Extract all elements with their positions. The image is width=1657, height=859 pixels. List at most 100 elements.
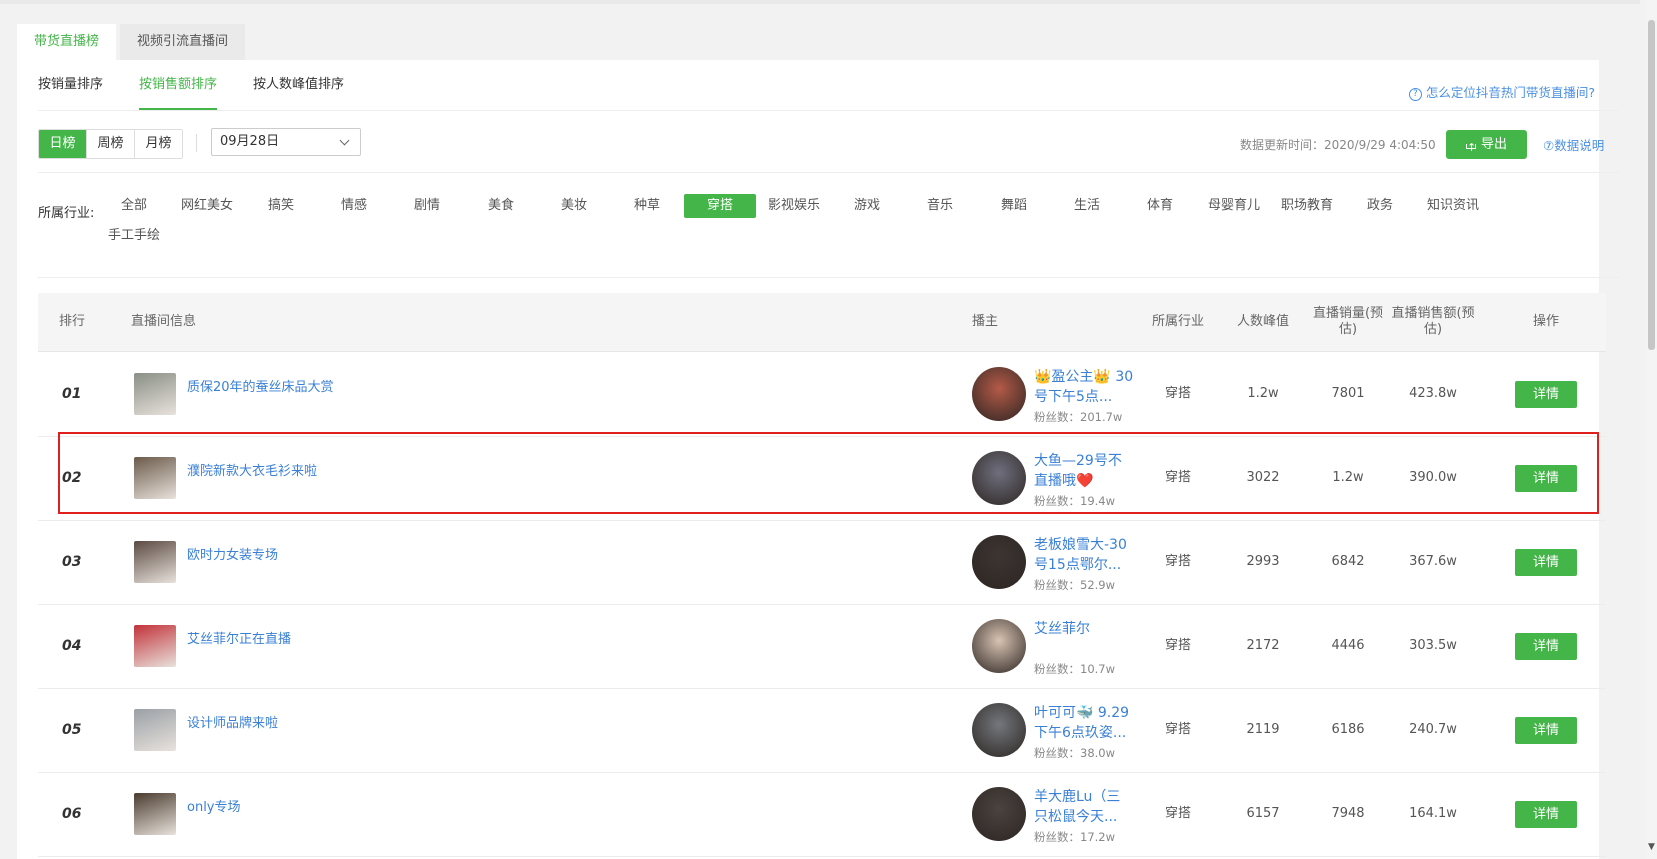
industry-item[interactable]: 美妆 (538, 194, 610, 218)
streamer-avatar[interactable] (972, 787, 1026, 841)
tab-live-sales-ranking[interactable]: 带货直播榜 (17, 24, 117, 60)
streamer-avatar[interactable] (972, 703, 1026, 757)
date-select[interactable]: 09月28日 (211, 128, 361, 156)
peak-cell: 1.2w (1247, 386, 1279, 401)
industry-item[interactable]: 母婴育儿 (1198, 194, 1270, 218)
industry-item[interactable]: 搞笑 (245, 194, 317, 218)
industry-item[interactable]: 体育 (1124, 194, 1196, 218)
streamer-name-link[interactable]: 艾丝菲尔 (1034, 619, 1134, 659)
rank-number: 04 (62, 638, 82, 654)
sales-volume-cell: 7948 (1331, 806, 1365, 821)
sales-amount-cell: 367.6w (1409, 554, 1457, 569)
room-thumbnail[interactable] (134, 793, 176, 835)
detail-button[interactable]: 详情 (1515, 633, 1577, 660)
industry-item[interactable]: 种草 (611, 194, 683, 218)
industry-label: 所属行业: (38, 206, 95, 221)
sales-amount-cell: 390.0w (1409, 470, 1457, 485)
sales-volume-cell: 6186 (1331, 722, 1365, 737)
detail-button[interactable]: 详情 (1515, 717, 1577, 744)
tab-sort-by-volume[interactable]: 按销量排序 (38, 68, 103, 110)
room-thumbnail[interactable] (134, 373, 176, 415)
industry-item[interactable]: 穿搭 (684, 194, 756, 218)
help-link-label: 怎么定位抖音热门带货直播间? (1425, 85, 1595, 100)
detail-button[interactable]: 详情 (1515, 465, 1577, 492)
streamer-avatar[interactable] (972, 619, 1026, 673)
room-title-link[interactable]: 设计师品牌来啦 (187, 712, 278, 731)
sales-amount-cell: 303.5w (1409, 638, 1457, 653)
sales-volume-cell: 1.2w (1332, 470, 1364, 485)
divider (38, 277, 1620, 278)
tab-video-traffic-ranking[interactable]: 视频引流直播间 (120, 24, 246, 60)
rank-number: 02 (62, 470, 82, 486)
date-value: 09月28日 (220, 134, 280, 149)
streamer-name-link[interactable]: 👑盈公主👑 30号下午5点... (1034, 367, 1134, 407)
industry-item[interactable]: 音乐 (904, 194, 976, 218)
industry-item[interactable]: 情感 (318, 194, 390, 218)
data-explain-link[interactable]: ⑦数据说明 (1543, 135, 1604, 154)
tab-sort-by-peak[interactable]: 按人数峰值排序 (253, 68, 344, 110)
scrollbar-thumb[interactable] (1648, 20, 1655, 350)
industry-item[interactable]: 影视娱乐 (758, 194, 830, 218)
streamer-avatar[interactable] (972, 451, 1026, 505)
peak-cell: 3022 (1246, 470, 1280, 485)
streamer-name-link[interactable]: 老板娘雪大-30号15点鄂尔... (1034, 535, 1134, 575)
help-link[interactable]: ? 怎么定位抖音热门带货直播间? (1408, 82, 1595, 101)
peak-cell: 2172 (1246, 638, 1280, 653)
tab-sort-by-amount[interactable]: 按销售额排序 (139, 68, 218, 110)
detail-button[interactable]: 详情 (1515, 381, 1577, 408)
industry-item[interactable]: 政务 (1344, 194, 1416, 218)
industry-item[interactable]: 游戏 (831, 194, 903, 218)
detail-button[interactable]: 详情 (1515, 801, 1577, 828)
industry-item[interactable]: 生活 (1051, 194, 1123, 218)
industry-item[interactable]: 职场教育 (1271, 194, 1343, 218)
industry-cell: 穿搭 (1164, 554, 1191, 569)
period-daily-button[interactable]: 日榜 (39, 130, 87, 158)
streamer-avatar[interactable] (972, 367, 1026, 421)
header-room-info: 直播间信息 (131, 314, 197, 329)
room-title-link[interactable]: 艾丝菲尔正在直播 (187, 628, 291, 647)
industry-item[interactable]: 网红美女 (171, 194, 243, 218)
rank-number: 01 (62, 386, 82, 402)
industry-item[interactable]: 全部 (98, 194, 170, 218)
room-thumbnail[interactable] (134, 541, 176, 583)
room-thumbnail[interactable] (134, 625, 176, 667)
period-monthly-button[interactable]: 月榜 (135, 130, 182, 158)
header-action: 操作 (1532, 314, 1559, 329)
table-header: 排行 直播间信息 播主 所属行业 人数峰值 直播销量(预估) 直播销售额(预估)… (38, 293, 1606, 352)
sales-amount-cell: 423.8w (1409, 386, 1457, 401)
industry-item[interactable]: 舞蹈 (978, 194, 1050, 218)
room-title-link[interactable]: only专场 (187, 796, 241, 815)
room-thumbnail[interactable] (134, 709, 176, 751)
header-sales-amount: 直播销售额(预估) (1391, 306, 1475, 337)
sales-volume-cell: 6842 (1331, 554, 1365, 569)
header-peak: 人数峰值 (1236, 314, 1289, 329)
room-title-link[interactable]: 欧时力女装专场 (187, 544, 278, 563)
header-sales-volume: 直播销量(预估) (1312, 306, 1384, 337)
industry-item[interactable]: 知识资讯 (1417, 194, 1489, 218)
streamer-name-link[interactable]: 羊大鹿Lu（三只松鼠今天... (1034, 787, 1134, 827)
industry-item[interactable]: 手工手绘 (98, 224, 170, 248)
detail-button[interactable]: 详情 (1515, 549, 1577, 576)
room-title-link[interactable]: 质保20年的蚕丝床品大赏 (187, 376, 334, 395)
export-button[interactable]: 导出 (1446, 130, 1527, 162)
sort-tabs: 按销量排序 按销售额排序 按人数峰值排序 (38, 68, 380, 110)
header-streamer: 播主 (972, 314, 999, 329)
industry-item[interactable]: 剧情 (391, 194, 463, 218)
period-weekly-button[interactable]: 周榜 (87, 130, 135, 158)
rank-number: 03 (62, 554, 82, 570)
scroll-down-arrow-icon[interactable]: ▼ (1648, 842, 1655, 852)
ranking-type-tabs: 带货直播榜 视频引流直播间 (17, 24, 249, 60)
sales-amount-cell: 164.1w (1409, 806, 1457, 821)
upload-icon (1465, 133, 1476, 162)
room-thumbnail[interactable] (134, 457, 176, 499)
period-toggle: 日榜 周榜 月榜 (38, 129, 183, 159)
top-border (0, 0, 1640, 4)
room-title-link[interactable]: 濮院新款大衣毛衫来啦 (187, 460, 317, 479)
streamer-name-link[interactable]: 大鱼—29号不直播哦❤️ (1034, 451, 1134, 491)
table-row: 06 only专场 羊大鹿Lu（三只松鼠今天... 粉丝数：17.2w 穿搭 6157 79… (38, 772, 1606, 857)
fans-count: 粉丝数：201.7w (1034, 410, 1123, 424)
industry-item[interactable]: 美食 (465, 194, 537, 218)
streamer-avatar[interactable] (972, 535, 1026, 589)
table-row: 05 设计师品牌来啦 叶可可🐳 9.29下午6点玖姿... 粉丝数：38.0w 穿搭 21… (38, 688, 1606, 773)
streamer-name-link[interactable]: 叶可可🐳 9.29下午6点玖姿... (1034, 703, 1134, 743)
